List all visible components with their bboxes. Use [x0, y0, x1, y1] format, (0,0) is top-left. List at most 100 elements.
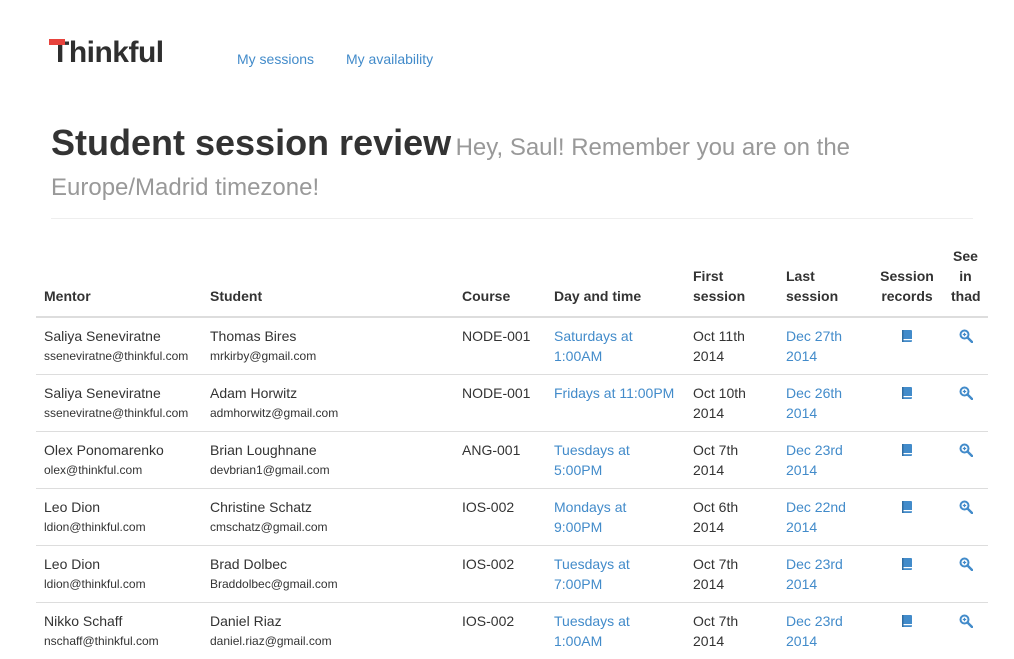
mentor-cell: Nikko Schaff nschaff@thinkful.com [36, 603, 202, 659]
book-icon[interactable] [900, 442, 914, 458]
student-name: Thomas Bires [210, 328, 296, 344]
day-time-cell: Tuesdays at 5:00PM [546, 432, 685, 489]
magnifier-icon[interactable] [959, 442, 973, 458]
table-row: Leo Dion ldion@thinkful.com Brad DolbecBra… [36, 546, 988, 603]
col-see-in-thad: See in thad [943, 246, 988, 317]
last-session-cell: Dec 23rd 2014 [778, 603, 871, 659]
last-session-link[interactable]: Dec 23rd 2014 [786, 613, 843, 649]
see-in-thad-cell [943, 375, 988, 432]
see-in-thad-cell [943, 546, 988, 603]
mentor-email: olex@thinkful.com [44, 460, 194, 480]
first-session-cell: Oct 10th 2014 [685, 375, 778, 432]
book-icon[interactable] [900, 499, 914, 515]
last-session-cell: Dec 22nd 2014 [778, 489, 871, 546]
mentor-email: nschaff@thinkful.com [44, 631, 194, 651]
logo-text: Thinkful [51, 36, 164, 69]
course-cell: NODE-001 [454, 375, 546, 432]
last-session-link[interactable]: Dec 26th 2014 [786, 385, 842, 421]
mentor-cell: Saliya Seneviratne sseneviratne@thinkful.… [36, 317, 202, 375]
student-cell: Thomas Biresmrkirby@gmail.com [202, 317, 454, 375]
book-icon[interactable] [900, 613, 914, 629]
day-time-link[interactable]: Mondays at 9:00PM [554, 499, 626, 535]
day-time-cell: Fridays at 11:00PM [546, 375, 685, 432]
last-session-cell: Dec 23rd 2014 [778, 432, 871, 489]
last-session-link[interactable]: Dec 23rd 2014 [786, 442, 843, 478]
student-name: Christine Schatz [210, 499, 312, 515]
nav-my-availability[interactable]: My availability [346, 51, 433, 67]
mentor-email: ldion@thinkful.com [44, 574, 194, 594]
day-time-cell: Tuesdays at 1:00AM [546, 603, 685, 659]
day-time-link[interactable]: Tuesdays at 7:00PM [554, 556, 630, 592]
last-session-link[interactable]: Dec 27th 2014 [786, 328, 842, 364]
book-icon[interactable] [900, 328, 914, 344]
day-time-link[interactable]: Saturdays at 1:00AM [554, 328, 633, 364]
magnifier-icon[interactable] [959, 556, 973, 572]
magnifier-icon[interactable] [959, 499, 973, 515]
magnifier-icon[interactable] [959, 385, 973, 401]
col-student: Student [202, 246, 454, 317]
first-session-cell: Oct 6th 2014 [685, 489, 778, 546]
table-body: Saliya Seneviratne sseneviratne@thinkful.… [36, 317, 988, 659]
see-in-thad-cell [943, 432, 988, 489]
day-time-cell: Mondays at 9:00PM [546, 489, 685, 546]
course-cell: NODE-001 [454, 317, 546, 375]
col-day-time: Day and time [546, 246, 685, 317]
course-cell: ANG-001 [454, 432, 546, 489]
last-session-cell: Dec 27th 2014 [778, 317, 871, 375]
mentor-name: Nikko Schaff [44, 613, 122, 629]
session-records-cell [871, 375, 943, 432]
magnifier-icon[interactable] [959, 328, 973, 344]
last-session-cell: Dec 26th 2014 [778, 375, 871, 432]
session-records-cell [871, 432, 943, 489]
mentor-name: Olex Ponomarenko [44, 442, 164, 458]
last-session-link[interactable]: Dec 22nd 2014 [786, 499, 846, 535]
table-row: Saliya Seneviratne sseneviratne@thinkful.… [36, 317, 988, 375]
magnifier-icon[interactable] [959, 613, 973, 629]
see-in-thad-cell [943, 489, 988, 546]
student-name: Daniel Riaz [210, 613, 282, 629]
day-time-link[interactable]: Fridays at 11:00PM [554, 385, 674, 401]
see-in-thad-cell [943, 317, 988, 375]
mentor-name: Saliya Seneviratne [44, 328, 161, 344]
col-course: Course [454, 246, 546, 317]
see-in-thad-cell [943, 603, 988, 659]
first-session-cell: Oct 11th 2014 [685, 317, 778, 375]
last-session-link[interactable]: Dec 23rd 2014 [786, 556, 843, 592]
student-cell: Brad DolbecBraddolbec@gmail.com [202, 546, 454, 603]
table-row: Olex Ponomarenko olex@thinkful.com Brian L… [36, 432, 988, 489]
table-header-row: Mentor Student Course Day and time First… [36, 246, 988, 317]
table-row: Nikko Schaff nschaff@thinkful.com Daniel R… [36, 603, 988, 659]
student-cell: Daniel Riazdaniel.riaz@gmail.com [202, 603, 454, 659]
mentor-email: ldion@thinkful.com [44, 517, 194, 537]
book-icon[interactable] [900, 556, 914, 572]
session-records-cell [871, 489, 943, 546]
student-name: Brian Loughnane [210, 442, 317, 458]
day-time-link[interactable]: Tuesdays at 1:00AM [554, 613, 630, 649]
mentor-email: sseneviratne@thinkful.com [44, 403, 194, 423]
student-cell: Brian Loughnanedevbrian1@gmail.com [202, 432, 454, 489]
thinkful-logo[interactable]: Thinkful [51, 36, 164, 70]
table-row: Saliya Seneviratnesseneviratne@thinkful.… [36, 375, 988, 432]
mentor-name: Leo Dion [44, 556, 100, 572]
sessions-table: Mentor Student Course Day and time First… [36, 246, 988, 659]
student-email: cmschatz@gmail.com [210, 517, 446, 537]
divider [51, 218, 973, 219]
book-icon[interactable] [900, 385, 914, 401]
day-time-link[interactable]: Tuesdays at 5:00PM [554, 442, 630, 478]
session-records-cell [871, 603, 943, 659]
course-cell: IOS-002 [454, 489, 546, 546]
session-records-cell [871, 546, 943, 603]
student-name: Brad Dolbec [210, 556, 287, 572]
col-session-records: Session records [871, 246, 943, 317]
page-header: Student session review Hey, Saul! Rememb… [51, 120, 973, 208]
last-session-cell: Dec 23rd 2014 [778, 546, 871, 603]
course-cell: IOS-002 [454, 603, 546, 659]
mentor-cell: Leo Dion ldion@thinkful.com [36, 546, 202, 603]
mentor-email: sseneviratne@thinkful.com [44, 346, 194, 366]
mentor-name: Leo Dion [44, 499, 100, 515]
day-time-cell: Tuesdays at 7:00PM [546, 546, 685, 603]
first-session-cell: Oct 7th 2014 [685, 603, 778, 659]
mentor-cell: Olex Ponomarenko olex@thinkful.com [36, 432, 202, 489]
first-session-cell: Oct 7th 2014 [685, 432, 778, 489]
nav-my-sessions[interactable]: My sessions [237, 51, 314, 67]
